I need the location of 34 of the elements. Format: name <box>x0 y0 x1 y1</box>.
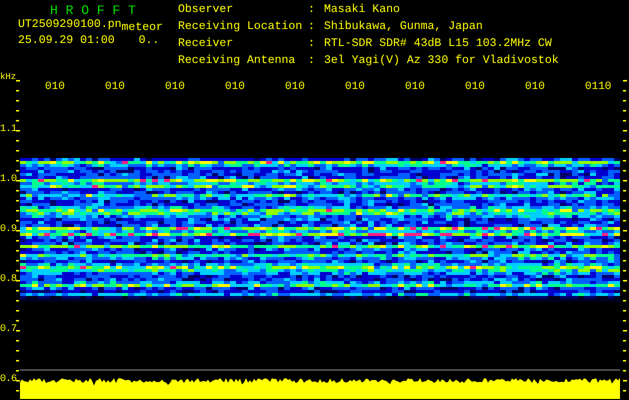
time-label: 010 <box>465 81 485 93</box>
frequency-label: 0.9 <box>0 224 16 236</box>
info-separator: : <box>308 55 316 69</box>
info-value: 3el Yagi(V) Az 330 for Vladivostok <box>324 55 559 69</box>
info-label: Receiving Location <box>178 21 304 35</box>
info-separator: : <box>308 4 316 18</box>
axis-unit: kHz <box>0 72 16 82</box>
frequency-label: 0.6 <box>0 374 16 386</box>
time-label: 010 <box>105 81 125 93</box>
time-label: 010 <box>165 81 185 93</box>
time-label: 010 <box>285 81 305 93</box>
info-value: RTL-SDR SDR# 43dB L15 103.2MHz CW <box>324 38 553 52</box>
time-label: 010 <box>45 81 65 93</box>
date-time: 25.09.29 01:00 <box>18 35 115 47</box>
info-label: Receiver <box>178 38 234 52</box>
info-separator: : <box>308 38 316 52</box>
info-label: Receiving Antenna <box>178 55 296 69</box>
frequency-label: 0.8 <box>0 274 16 286</box>
time-label: 0110 <box>585 81 612 93</box>
mode-label: meteor <box>122 22 163 34</box>
info-label: Observer <box>178 4 234 18</box>
info-value: Shibukawa, Gunma, Japan <box>324 21 484 35</box>
file-name: UT2509290100.pn <box>18 19 122 33</box>
frequency-label: 1.1 <box>0 124 16 136</box>
time-label: 010 <box>525 81 545 93</box>
time-label: 010 <box>345 81 365 93</box>
info-value: Masaki Kano <box>324 4 401 18</box>
app-title: H R O F F T <box>49 4 137 18</box>
frequency-label: 0.7 <box>0 324 16 336</box>
time-label: 010 <box>225 81 245 93</box>
time-label: 010 <box>405 81 425 93</box>
count-value: 0.. <box>138 35 160 47</box>
frequency-label: 1.0 <box>0 174 16 186</box>
info-separator: : <box>308 21 316 35</box>
